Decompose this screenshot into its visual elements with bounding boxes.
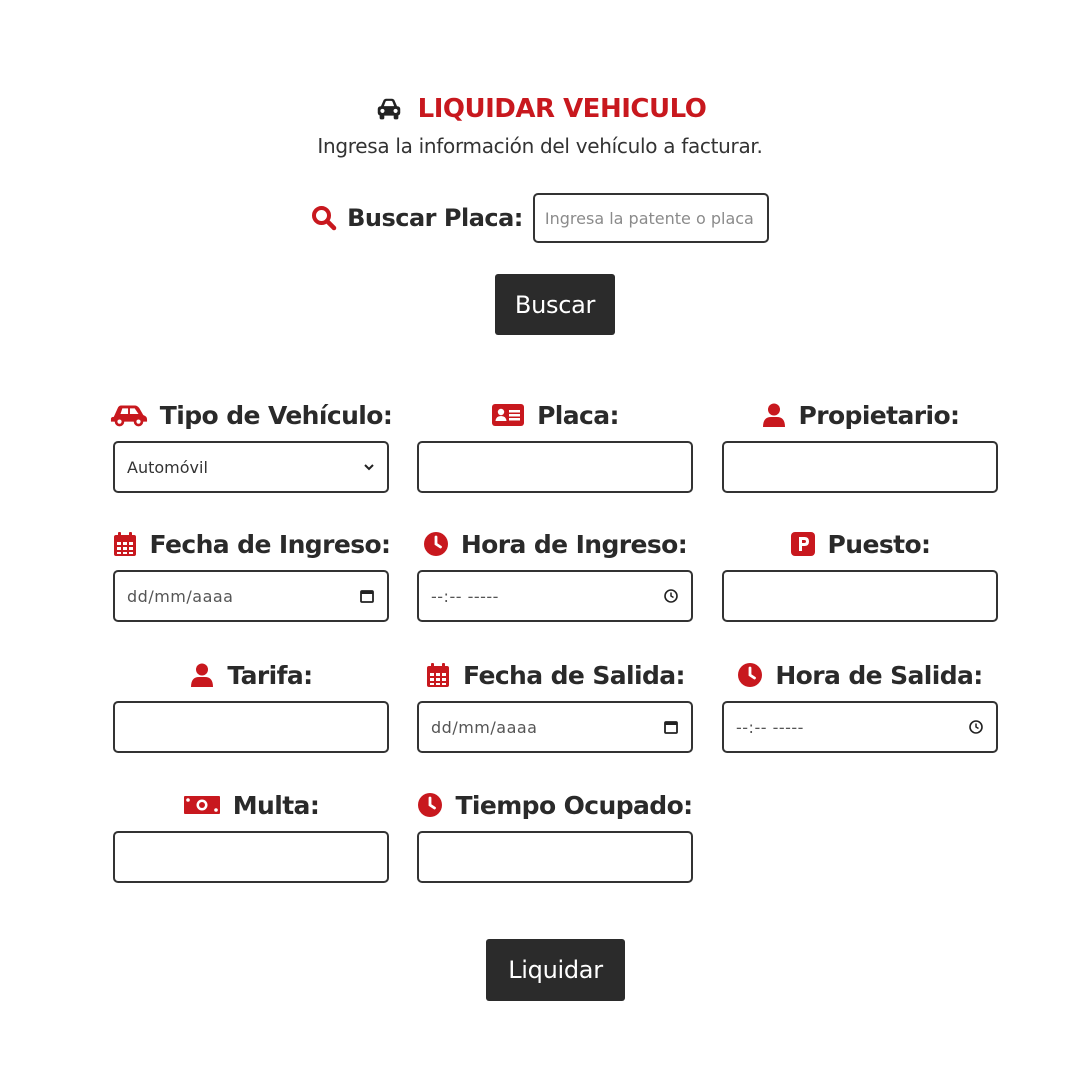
hora-salida-label: Hora de Salida: xyxy=(722,657,998,693)
money-bill-icon xyxy=(183,796,220,814)
fecha-salida-label: Fecha de Salida: xyxy=(417,657,693,693)
vehicle-type-select[interactable]: Automóvil xyxy=(113,441,389,493)
page-title: LIQUIDAR VEHICULO xyxy=(0,92,1080,126)
time-occupied-input[interactable] xyxy=(417,831,693,883)
clock-icon xyxy=(738,663,763,687)
field-multa: Multa: xyxy=(113,787,389,883)
search-label: Buscar Placa: xyxy=(311,204,523,232)
car-icon xyxy=(110,405,147,427)
hora-ingreso-label: Hora de Ingreso: xyxy=(417,526,693,562)
hora-salida-label-text: Hora de Salida: xyxy=(775,660,983,690)
tipo-vehiculo-label: Tipo de Vehículo: xyxy=(110,397,393,433)
placa-label: Placa: xyxy=(417,397,693,433)
calendar-icon xyxy=(113,532,136,556)
exit-time-input[interactable]: --:-- ----- xyxy=(722,701,998,753)
entry-time-input[interactable]: --:-- ----- xyxy=(417,570,693,622)
clock-picker-icon[interactable] xyxy=(663,588,679,604)
calendar-picker-icon[interactable] xyxy=(359,588,375,604)
owner-input[interactable] xyxy=(722,441,998,493)
exit-date-input[interactable]: dd/mm/aaaa xyxy=(417,701,693,753)
field-fecha-salida: Fecha de Salida: dd/mm/aaaa xyxy=(417,657,693,753)
title-text: LIQUIDAR VEHICULO xyxy=(417,94,707,124)
id-card-icon xyxy=(492,404,525,426)
field-hora-salida: Hora de Salida: --:-- ----- xyxy=(722,657,998,753)
tipo-vehiculo-label-text: Tipo de Vehículo: xyxy=(159,400,393,430)
fecha-salida-label-text: Fecha de Salida: xyxy=(463,660,686,690)
spot-input[interactable] xyxy=(722,570,998,622)
clock-icon xyxy=(418,793,443,817)
search-plate-input[interactable] xyxy=(532,193,769,243)
search-icon xyxy=(312,206,337,231)
fecha-ingreso-label-text: Fecha de Ingreso: xyxy=(149,529,392,559)
field-propietario: Propietario: xyxy=(722,397,998,493)
field-hora-ingreso: Hora de Ingreso: --:-- ----- xyxy=(417,526,693,622)
page-header: LIQUIDAR VEHICULO Ingresa la información… xyxy=(0,92,1080,158)
fecha-ingreso-label: Fecha de Ingreso: xyxy=(113,526,392,562)
clock-picker-icon[interactable] xyxy=(968,719,984,735)
search-row: Buscar Placa: xyxy=(0,193,1080,243)
field-tiempo-ocupado: Tiempo Ocupado: xyxy=(417,787,693,883)
car-front-icon xyxy=(377,98,400,120)
chevron-down-icon xyxy=(364,464,374,471)
entry-date-input[interactable]: dd/mm/aaaa xyxy=(113,570,389,622)
tiempo-ocupado-label: Tiempo Ocupado: xyxy=(417,787,693,823)
field-fecha-ingreso: Fecha de Ingreso: dd/mm/aaaa xyxy=(113,526,392,622)
user-icon xyxy=(762,403,785,427)
rate-input[interactable] xyxy=(113,701,389,753)
tarifa-label-text: Tarifa: xyxy=(227,660,313,690)
hora-ingreso-label-text: Hora de Ingreso: xyxy=(460,529,688,559)
exit-date-value: dd/mm/aaaa xyxy=(431,717,538,737)
tarifa-label: Tarifa: xyxy=(113,657,389,693)
puesto-label-text: Puesto: xyxy=(827,529,931,559)
entry-time-value: --:-- ----- xyxy=(431,586,499,606)
tiempo-ocupado-label-text: Tiempo Ocupado: xyxy=(455,790,693,820)
search-label-text: Buscar Placa: xyxy=(347,204,523,232)
vehicle-type-value: Automóvil xyxy=(127,457,208,477)
multa-label: Multa: xyxy=(113,787,389,823)
propietario-label-text: Propietario: xyxy=(798,400,961,430)
fine-input[interactable] xyxy=(113,831,389,883)
user-icon xyxy=(191,663,214,687)
parking-icon xyxy=(790,532,815,556)
plate-input[interactable] xyxy=(417,441,693,493)
puesto-label: Puesto: xyxy=(722,526,998,562)
clock-icon xyxy=(423,532,448,556)
search-button[interactable]: Buscar xyxy=(495,274,615,335)
multa-label-text: Multa: xyxy=(232,790,320,820)
field-puesto: Puesto: xyxy=(722,526,998,622)
page-subtitle: Ingresa la información del vehículo a fa… xyxy=(317,134,763,158)
placa-label-text: Placa: xyxy=(537,400,619,430)
calendar-icon xyxy=(427,663,450,687)
field-tipo-vehiculo: Tipo de Vehículo: Automóvil xyxy=(110,397,393,493)
calendar-picker-icon[interactable] xyxy=(663,719,679,735)
field-placa: Placa: xyxy=(417,397,693,493)
propietario-label: Propietario: xyxy=(722,397,998,433)
exit-time-value: --:-- ----- xyxy=(736,717,804,737)
field-tarifa: Tarifa: xyxy=(113,657,389,753)
liquidate-button[interactable]: Liquidar xyxy=(486,939,625,1001)
entry-date-value: dd/mm/aaaa xyxy=(127,586,234,606)
